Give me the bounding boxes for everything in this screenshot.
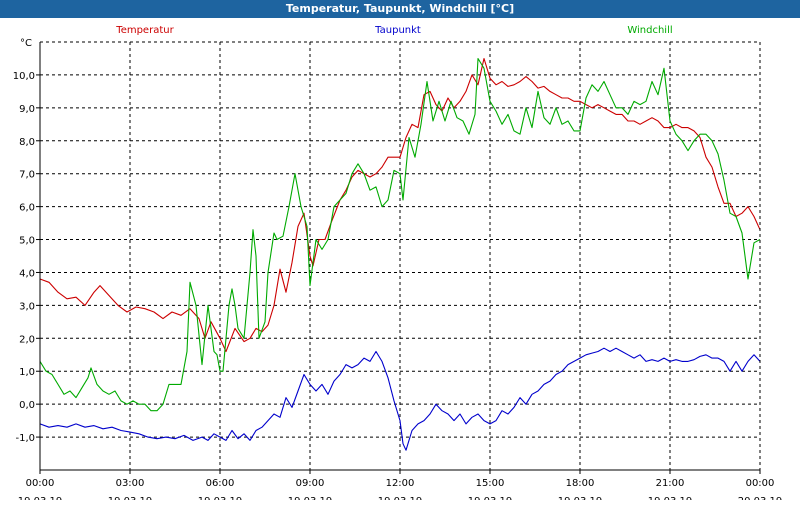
y-tick-label: 10,0 <box>13 71 35 82</box>
y-tick-label: 7,0 <box>19 170 35 181</box>
x-tick-label-date: 19.03.19 <box>288 496 333 500</box>
chart-window: Temperatur, Taupunkt, Windchill [°C] -1,… <box>0 0 800 505</box>
grid-lines <box>40 42 760 470</box>
y-axis-label: °C <box>20 38 32 49</box>
window-title: Temperatur, Taupunkt, Windchill [°C] <box>0 0 800 18</box>
y-tick-label: 3,0 <box>19 301 35 312</box>
axis-labels: -1,0 0,0 1,0 2,0 3,0 4,0 5,0 6,0 7,0 8,0 9,0 10,0 °C… <box>13 38 783 505</box>
legend-entry-temperatur: Temperatur <box>115 25 174 36</box>
x-tick-label-time: 12:00 <box>386 478 415 489</box>
y-tick-label: 1,0 <box>19 367 35 378</box>
legend-entry-taupunkt: Taupunkt <box>374 25 421 36</box>
x-tick-label-date: 19.03.19 <box>18 496 63 500</box>
x-tick-label-time: 03:00 <box>116 478 145 489</box>
y-tick-label: 2,0 <box>19 334 35 345</box>
x-tick-label-date: 20.03.19 <box>738 496 783 500</box>
x-tick-label-date: 19.03.19 <box>558 496 603 500</box>
x-tick-label-time: 00:00 <box>746 478 775 489</box>
x-tick-label-date: 19.03.19 <box>108 496 153 500</box>
y-tick-label: 8,0 <box>19 137 35 148</box>
x-tick-label-time: 06:00 <box>206 478 235 489</box>
chart-area: -1,0 0,0 1,0 2,0 3,0 4,0 5,0 6,0 7,0 8,0 9,0 10,0 °C… <box>0 18 800 505</box>
y-tick-label: -1,0 <box>15 433 35 444</box>
x-tick-label-time: 18:00 <box>566 478 595 489</box>
y-tick-label: 6,0 <box>19 203 35 214</box>
y-tick-label: 4,0 <box>19 268 35 279</box>
axes <box>36 41 761 474</box>
line-chart: -1,0 0,0 1,0 2,0 3,0 4,0 5,0 6,0 7,0 8,0 9,0 10,0 °C… <box>13 25 783 505</box>
legend: Temperatur Taupunkt Windchill <box>115 25 672 36</box>
legend-entry-windchill: Windchill <box>627 25 672 36</box>
x-tick-label-time: 09:00 <box>296 478 325 489</box>
x-tick-label-date: 19.03.19 <box>378 496 423 500</box>
x-tick-label-time: 15:00 <box>476 478 505 489</box>
y-tick-label: 5,0 <box>19 236 35 247</box>
x-tick-label-date: 19.03.19 <box>468 496 513 500</box>
y-tick-label: 0,0 <box>19 400 35 411</box>
x-tick-label-time: 00:00 <box>26 478 55 489</box>
y-tick-label: 9,0 <box>19 104 35 115</box>
x-tick-label-date: 19.03.19 <box>648 496 693 500</box>
x-tick-label-date: 19.03.19 <box>198 496 243 500</box>
x-tick-label-time: 21:00 <box>656 478 685 489</box>
